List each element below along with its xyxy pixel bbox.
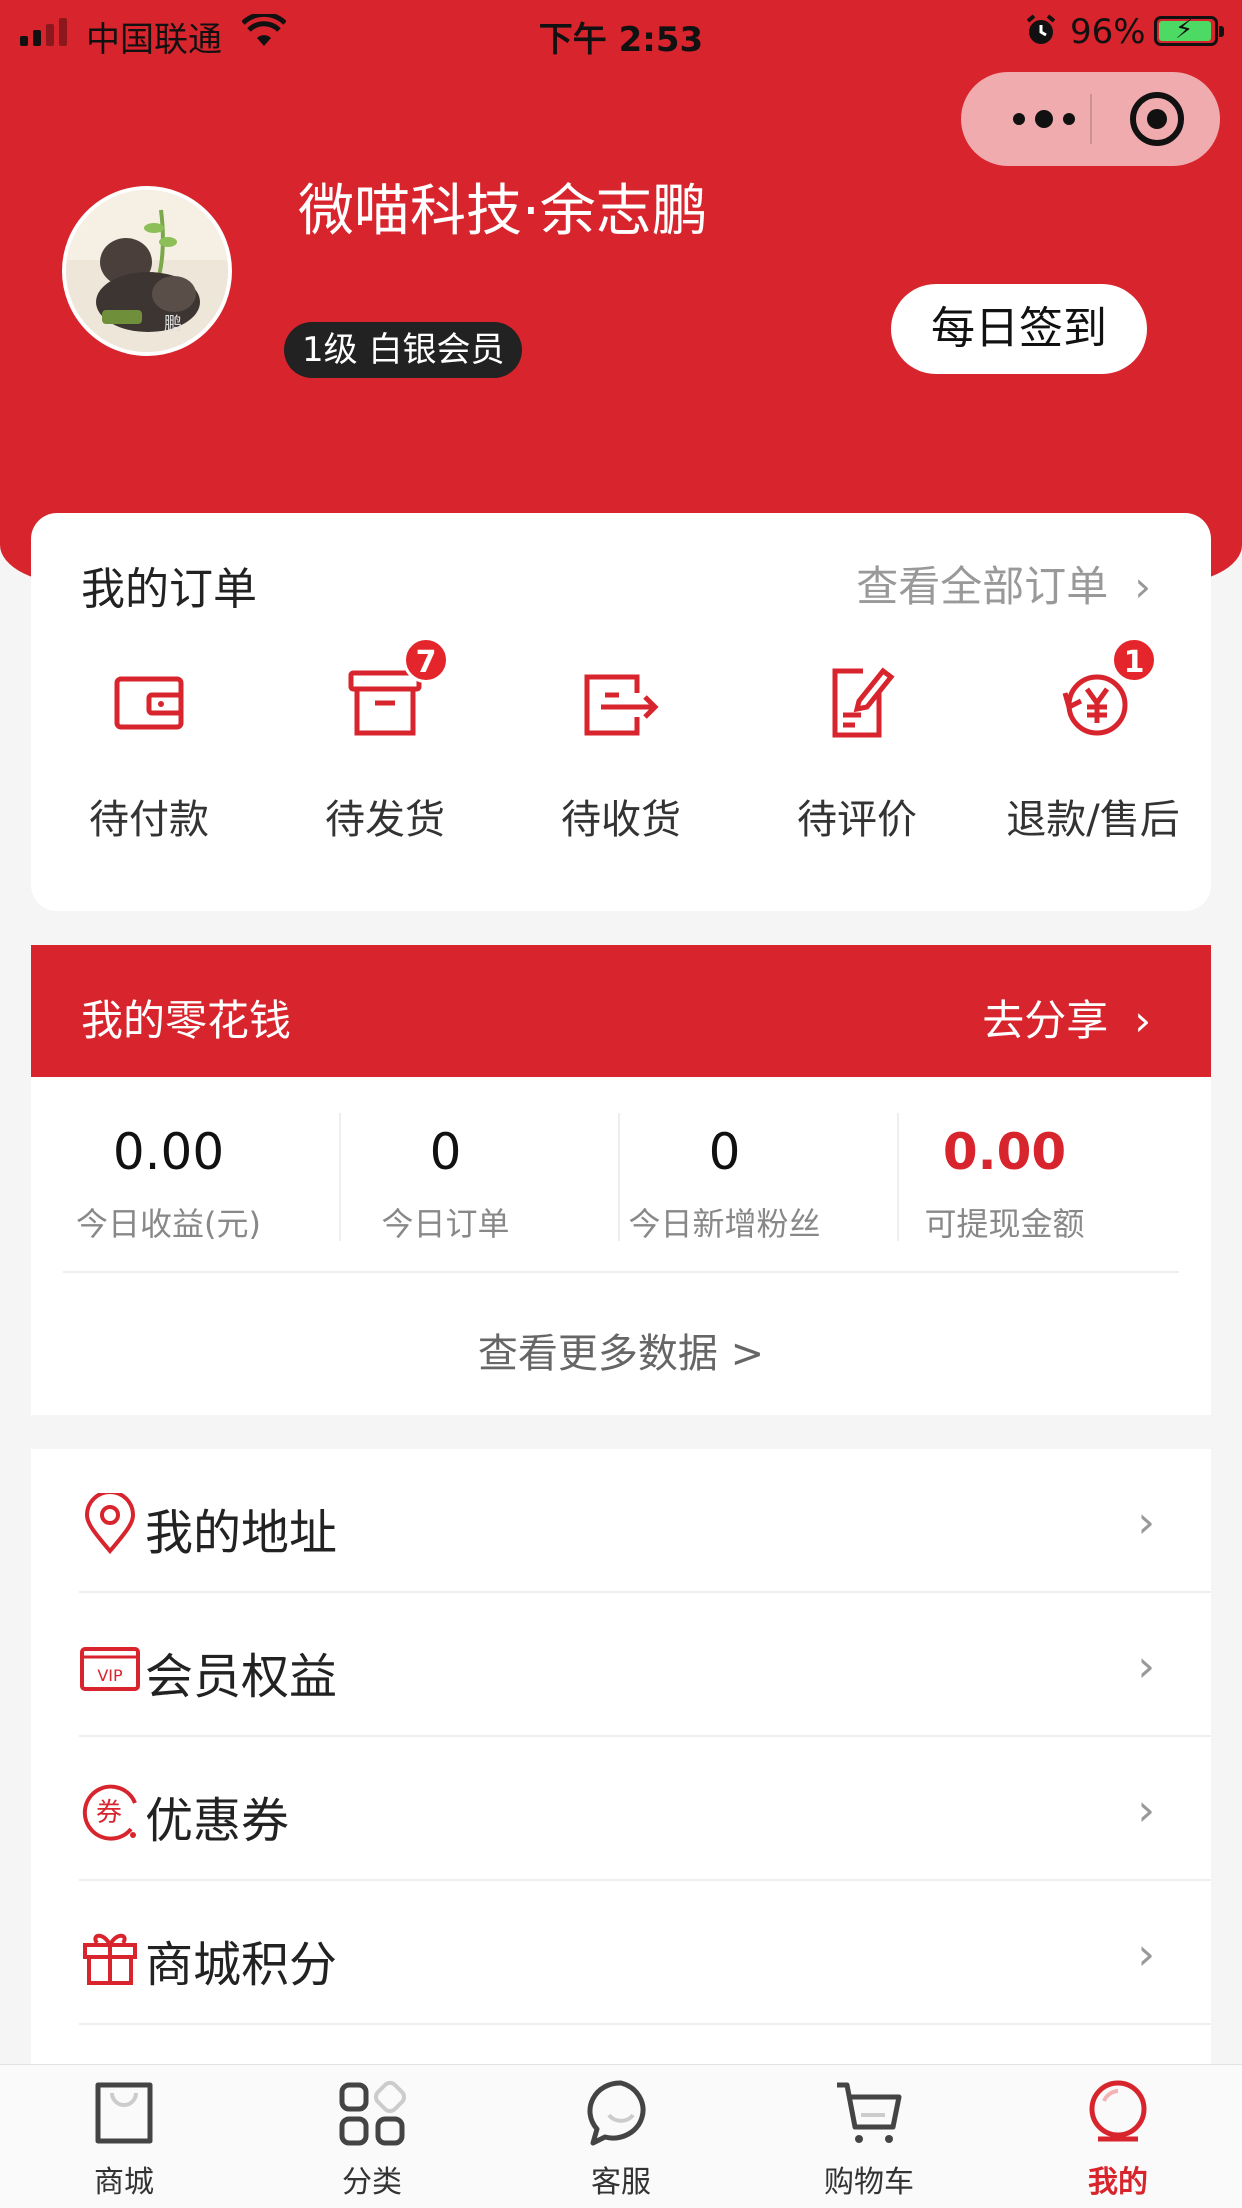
menu-item-label: 优惠券 bbox=[145, 1793, 290, 1849]
gift-icon bbox=[79, 1925, 141, 1987]
order-status-label: 待发货 bbox=[325, 797, 445, 843]
tab-mall[interactable]: 商城 bbox=[0, 2065, 248, 2208]
menu-item-coupons[interactable]: 券 优惠券 › bbox=[79, 1737, 1211, 1881]
delivery-icon bbox=[581, 663, 661, 743]
stat-label: 今日收益(元) bbox=[76, 1205, 261, 1243]
tab-label: 分类 bbox=[342, 2165, 402, 2200]
stat-value: 0.00 bbox=[942, 1123, 1067, 1181]
order-status-label: 待付款 bbox=[89, 797, 209, 843]
order-status-pending-review[interactable]: 待评价 bbox=[739, 663, 975, 863]
vip-card-icon: VIP bbox=[79, 1637, 141, 1699]
stat-label: 今日订单 bbox=[381, 1205, 510, 1243]
stats-divider bbox=[63, 1271, 1179, 1273]
alarm-icon bbox=[1024, 14, 1058, 57]
menu-list: 我的地址 › VIP 会员权益 › 券 优惠券 › 商城积分 › bbox=[31, 1449, 1211, 2069]
pocket-money-header: 我的零花钱 去分享 › bbox=[31, 945, 1211, 1077]
tab-me[interactable]: 我的 bbox=[994, 2065, 1242, 2208]
menu-item-label: 会员权益 bbox=[145, 1649, 338, 1705]
review-icon bbox=[817, 663, 897, 743]
share-label: 去分享 bbox=[982, 996, 1109, 1045]
miniprogram-capsule bbox=[961, 72, 1220, 166]
stat-label: 可提现金额 bbox=[924, 1205, 1085, 1243]
profile-icon bbox=[1084, 2079, 1152, 2147]
shopping-bag-icon bbox=[90, 2079, 158, 2147]
daily-signin-button[interactable]: 每日签到 bbox=[891, 284, 1147, 374]
chevron-right-icon: › bbox=[1137, 1785, 1155, 1836]
chevron-right-icon: › bbox=[1137, 1497, 1155, 1548]
status-bar: 中国联通 下午 2:53 96% ⚡ bbox=[0, 0, 1242, 64]
chevron-right-icon: › bbox=[1137, 1641, 1155, 1692]
tab-label: 客服 bbox=[591, 2165, 651, 2200]
order-status-refund-aftersale[interactable]: 1 退款/售后 bbox=[975, 637, 1211, 863]
menu-item-member-benefits[interactable]: VIP 会员权益 › bbox=[79, 1593, 1211, 1737]
order-status-pending-payment[interactable]: 待付款 bbox=[31, 663, 267, 863]
view-all-orders-link[interactable]: 查看全部订单 › bbox=[856, 553, 1151, 614]
order-status-label: 待评价 bbox=[797, 797, 917, 843]
stat-value: 0 bbox=[708, 1123, 741, 1181]
tab-category[interactable]: 分类 bbox=[248, 2065, 496, 2208]
location-pin-icon bbox=[79, 1490, 141, 1555]
chat-bubble-icon bbox=[587, 2079, 655, 2147]
my-orders-card: 我的订单 查看全部订单 › 待付款 7 待发货 待收货 待评价 1 退款/售后 bbox=[31, 513, 1211, 911]
chevron-right-icon: › bbox=[1134, 996, 1151, 1045]
menu-item-address[interactable]: 我的地址 › bbox=[79, 1449, 1211, 1593]
view-all-orders-label: 查看全部订单 bbox=[856, 562, 1109, 611]
coupon-icon: 券 bbox=[79, 1781, 141, 1843]
svg-text:鹏: 鹏 bbox=[164, 314, 182, 335]
pocket-money-stats: 0.00 今日收益(元) 0 今日订单 0 今日新增粉丝 0.00 可提现金额 … bbox=[31, 1077, 1211, 1415]
stat-today-new-fans: 0 今日新增粉丝 bbox=[587, 1123, 862, 1245]
bottom-tab-bar: 商城 分类 客服 购物车 我的 bbox=[0, 2064, 1242, 2208]
stat-today-earnings: 0.00 今日收益(元) bbox=[31, 1123, 306, 1245]
chevron-right-icon: › bbox=[1137, 1929, 1155, 1980]
stat-value: 0.00 bbox=[112, 1123, 225, 1181]
menu-item-points[interactable]: 商城积分 › bbox=[79, 1881, 1211, 2025]
capsule-divider bbox=[1090, 94, 1092, 144]
pocket-money-title: 我的零花钱 bbox=[81, 996, 292, 1045]
pending-shipment-count-badge: 7 bbox=[403, 637, 449, 683]
stat-value: 0 bbox=[429, 1123, 462, 1181]
menu-item-label: 商城积分 bbox=[145, 1937, 338, 1993]
order-status-label: 待收货 bbox=[561, 797, 681, 843]
more-options-icon[interactable] bbox=[999, 102, 1089, 136]
share-link[interactable]: 去分享 › bbox=[982, 987, 1151, 1048]
stat-today-orders: 0 今日订单 bbox=[308, 1123, 583, 1245]
member-level-badge[interactable]: 1级 白银会员 bbox=[284, 322, 523, 378]
battery-icon: ⚡ bbox=[1154, 15, 1224, 46]
cart-icon bbox=[835, 2079, 903, 2147]
avatar[interactable]: 鹏 bbox=[62, 186, 232, 356]
order-status-pending-receipt[interactable]: 待收货 bbox=[503, 663, 739, 863]
battery-percent: 96% bbox=[1070, 12, 1146, 52]
stat-label: 今日新增粉丝 bbox=[628, 1205, 821, 1243]
chevron-right-icon: › bbox=[1134, 562, 1151, 611]
user-name: 微喵科技·余志鹏 bbox=[298, 179, 708, 244]
order-status-pending-shipment[interactable]: 7 待发货 bbox=[267, 637, 503, 863]
close-miniprogram-icon[interactable] bbox=[1130, 92, 1184, 146]
svg-text:券: 券 bbox=[96, 1798, 122, 1828]
refund-count-badge: 1 bbox=[1111, 637, 1157, 683]
orders-title: 我的订单 bbox=[81, 564, 257, 615]
tab-cart[interactable]: 购物车 bbox=[745, 2065, 993, 2208]
tab-label: 商城 bbox=[94, 2165, 154, 2200]
tab-label: 我的 bbox=[1088, 2165, 1148, 2200]
wallet-icon bbox=[109, 663, 189, 743]
stat-withdrawable-amount[interactable]: 0.00 可提现金额 bbox=[867, 1123, 1142, 1245]
menu-item-label: 我的地址 bbox=[145, 1505, 338, 1561]
view-more-data-link[interactable]: 查看更多数据 > bbox=[31, 1321, 1211, 1379]
tab-customer-service[interactable]: 客服 bbox=[497, 2065, 745, 2208]
category-grid-icon bbox=[338, 2079, 407, 2147]
order-status-label: 退款/售后 bbox=[1006, 797, 1180, 843]
svg-text:VIP: VIP bbox=[97, 1666, 123, 1685]
tab-label: 购物车 bbox=[824, 2165, 914, 2200]
